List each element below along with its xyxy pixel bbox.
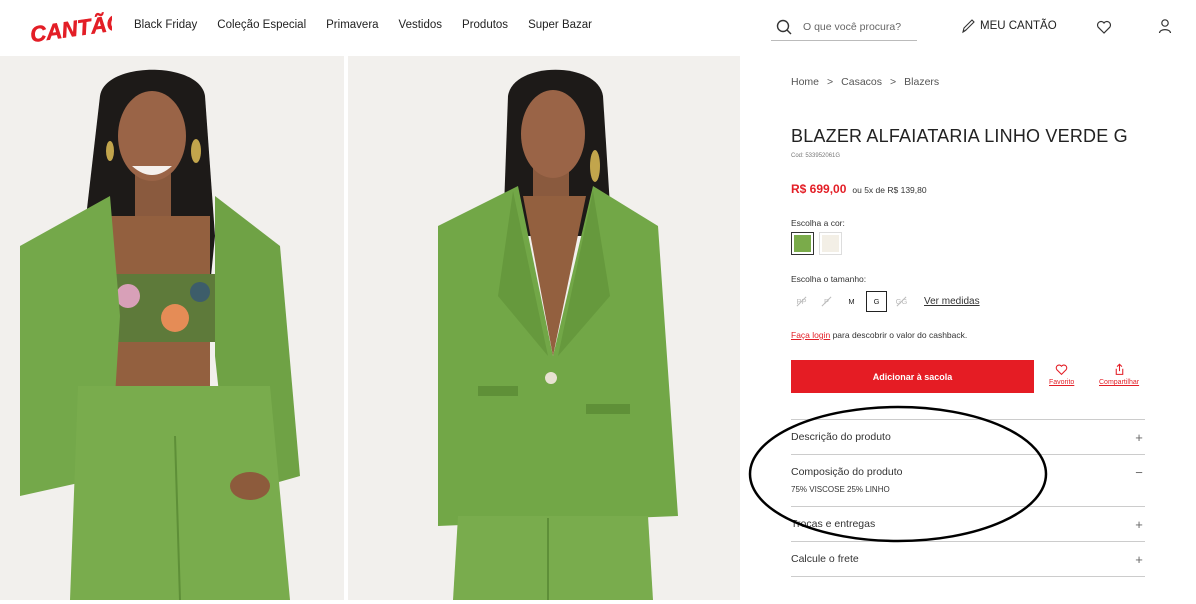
plus-icon: + — [1135, 429, 1143, 445]
svg-text:CANTÃO: CANTÃO — [29, 10, 112, 47]
color-label: Escolha a cor: — [791, 218, 845, 228]
product-gallery — [0, 56, 740, 604]
accordion-title: Calcule o frete — [791, 553, 859, 565]
share-icon — [1115, 363, 1123, 375]
cantao-logo[interactable]: CANTÃO — [28, 10, 112, 48]
nav-vestidos[interactable]: Vestidos — [399, 19, 442, 31]
size-option-gg[interactable]: GG — [891, 291, 912, 312]
cashback-notice: Faça login para descobrir o valor do cas… — [791, 330, 967, 340]
product-title: BLAZER ALFAIATARIA LINHO VERDE G — [791, 126, 1128, 146]
add-to-bag-button[interactable]: Adicionar à sacola — [791, 360, 1034, 393]
favorite-button[interactable]: Favorito — [1049, 363, 1074, 386]
nav-colecao-especial[interactable]: Coleção Especial — [217, 19, 306, 31]
accordion-shipping-calc: Calcule o frete + — [791, 541, 1145, 577]
login-link[interactable]: Faça login — [791, 330, 830, 340]
accordion-title: Trocas e entregas — [791, 518, 876, 530]
search-icon[interactable] — [775, 18, 793, 36]
user-icon[interactable] — [1157, 18, 1173, 34]
breadcrumb-blazers[interactable]: Blazers — [904, 76, 939, 88]
main-nav: Black Friday Coleção Especial Primavera … — [134, 19, 612, 31]
pen-icon — [962, 19, 975, 34]
plus-icon: + — [1135, 516, 1143, 532]
color-swatch-green[interactable] — [791, 232, 814, 255]
product-accordion: Descrição do produto + Composição do pro… — [791, 419, 1145, 577]
heart-icon[interactable] — [1096, 19, 1112, 35]
accordion-shipping-returns: Trocas e entregas + — [791, 506, 1145, 541]
cashback-text: para descobrir o valor do cashback. — [830, 330, 968, 340]
nav-primavera[interactable]: Primavera — [326, 19, 378, 31]
nav-super-bazar[interactable]: Super Bazar — [528, 19, 592, 31]
breadcrumb-separator: > — [827, 76, 834, 88]
size-option-m[interactable]: M — [841, 291, 862, 312]
share-label: Compartilhar — [1099, 379, 1140, 386]
plus-icon: + — [1135, 551, 1143, 567]
size-option-pp[interactable]: PP — [791, 291, 812, 312]
breadcrumb-home[interactable]: Home — [791, 76, 819, 88]
price-row: R$ 699,00 ou 5x de R$ 139,80 — [791, 182, 927, 196]
nav-black-friday[interactable]: Black Friday — [134, 19, 197, 31]
size-option-g[interactable]: G — [866, 291, 887, 312]
accordion-description-header[interactable]: Descrição do produto + — [791, 420, 1145, 454]
accordion-composition-header[interactable]: Composição do produto − — [791, 455, 1145, 489]
size-label: Escolha o tamanho: — [791, 274, 867, 284]
minus-icon: − — [1135, 464, 1143, 480]
breadcrumb-separator: > — [890, 76, 897, 88]
search-input[interactable] — [803, 21, 913, 33]
breadcrumb-casacos[interactable]: Casacos — [841, 76, 882, 88]
size-option-p[interactable]: P — [816, 291, 837, 312]
accordion-shipping-returns-header[interactable]: Trocas e entregas + — [791, 507, 1145, 541]
product-photo-front-smiling[interactable] — [0, 56, 344, 600]
account-label: MEU CANTÃO — [980, 20, 1057, 32]
breadcrumb: Home > Casacos > Blazers — [791, 76, 947, 88]
share-button[interactable]: Compartilhar — [1099, 363, 1139, 386]
product-code: Cod: 533952061G — [791, 153, 841, 159]
site-header: CANTÃO Black Friday Coleção Especial Pri… — [0, 0, 1196, 56]
product-price: R$ 699,00 — [791, 182, 847, 196]
composition-text: 75% VISCOSE 25% LINHO — [791, 485, 890, 494]
product-photo-front-closed[interactable] — [348, 56, 740, 600]
color-swatches — [791, 232, 842, 255]
nav-produtos[interactable]: Produtos — [462, 19, 508, 31]
accordion-title: Composição do produto — [791, 466, 903, 478]
color-swatch-white[interactable] — [819, 232, 842, 255]
account-link[interactable]: MEU CANTÃO — [960, 18, 1057, 34]
accordion-shipping-calc-header[interactable]: Calcule o frete + — [791, 542, 1145, 576]
favorite-label: Favorito — [1049, 379, 1075, 386]
size-options: PP P M G GG Ver medidas — [791, 291, 980, 312]
size-guide-link[interactable]: Ver medidas — [924, 296, 980, 307]
accordion-title: Descrição do produto — [791, 431, 891, 443]
search-bar[interactable] — [771, 14, 917, 41]
accordion-composition: Composição do produto − 75% VISCOSE 25% … — [791, 454, 1145, 506]
installments: ou 5x de R$ 139,80 — [852, 185, 927, 195]
accordion-description: Descrição do produto + — [791, 419, 1145, 454]
heart-icon — [1055, 364, 1068, 376]
